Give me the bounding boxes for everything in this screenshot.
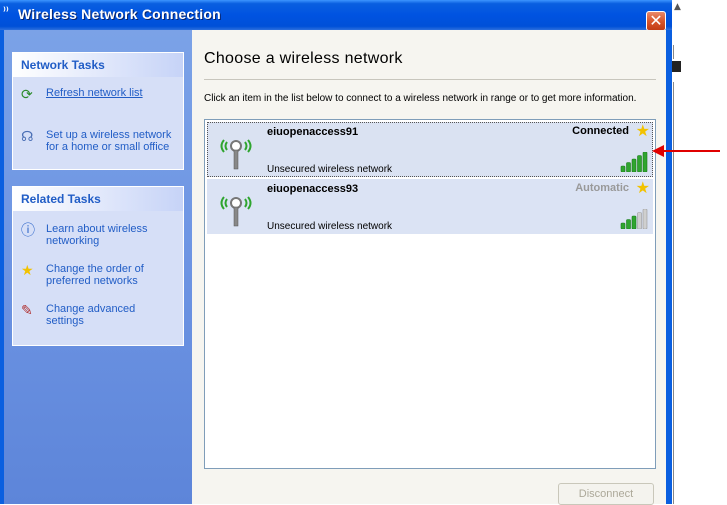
related-tasks-box: Related Tasks ⓘ Learn about wireless net… — [12, 186, 184, 346]
network-security: Unsecured wireless network — [267, 221, 393, 232]
disconnect-button[interactable]: Disconnect — [558, 483, 654, 505]
advanced-settings-task[interactable]: ✎ Change advanced settings — [21, 303, 176, 327]
refresh-icon: ⟳ — [21, 87, 33, 103]
main-panel: Choose a wireless network Click an item … — [192, 30, 666, 505]
related-tasks-header: Related Tasks — [13, 187, 183, 211]
background-window-edge — [673, 45, 674, 59]
annotation-arrow-line — [660, 150, 720, 152]
signal-bar — [637, 212, 642, 229]
network-name: eiuopenaccess93 — [267, 183, 359, 195]
signal-bar — [642, 152, 648, 172]
network-tasks-box: Network Tasks ⟳ Refresh network list ☊ S… — [12, 52, 184, 170]
window-border-right — [666, 30, 672, 504]
instructions-text: Click an item in the list below to conne… — [204, 93, 637, 104]
signal-bar — [637, 155, 642, 172]
close-button[interactable]: ✕ — [646, 11, 666, 31]
scroll-up-arrow-icon: ▲ — [674, 2, 681, 12]
antenna-icon — [220, 139, 252, 170]
setup-wireless-link[interactable]: Set up a wireless network for a home or … — [46, 129, 176, 153]
page-title: Choose a wireless network — [204, 50, 403, 67]
change-order-task[interactable]: ★ Change the order of preferred networks — [21, 263, 176, 287]
network-tasks-header: Network Tasks — [13, 53, 183, 77]
signal-bar — [631, 158, 637, 172]
refresh-network-list-task[interactable]: ⟳ Refresh network list — [21, 87, 176, 105]
signal-bar — [626, 219, 631, 229]
signal-bar — [620, 222, 626, 229]
preferred-star-icon: ★ — [635, 121, 650, 140]
learn-wireless-link[interactable]: Learn about wireless networking — [46, 223, 176, 247]
annotation-arrow-head-icon — [652, 145, 664, 157]
background-window-fragment — [672, 61, 681, 72]
signal-bar — [626, 162, 631, 172]
signal-bar — [620, 165, 626, 172]
network-security: Unsecured wireless network — [267, 164, 393, 175]
signal-bar — [631, 215, 637, 229]
wireless-icon: ⁾⁾ — [3, 6, 9, 17]
network-status: Connected — [572, 125, 629, 137]
settings-icon: ✎ — [21, 303, 33, 319]
change-order-link[interactable]: Change the order of preferred networks — [46, 263, 176, 287]
signal-strength-icon — [620, 209, 648, 229]
refresh-network-list-link[interactable]: Refresh network list — [46, 87, 176, 99]
network-list[interactable]: eiuopenaccess91 Unsecured wireless netwo… — [204, 119, 656, 469]
learn-wireless-task[interactable]: ⓘ Learn about wireless networking — [21, 223, 176, 247]
network-status: Automatic — [575, 182, 629, 194]
advanced-settings-link[interactable]: Change advanced settings — [46, 303, 176, 327]
star-icon: ★ — [21, 263, 34, 279]
antenna-icon — [220, 196, 252, 227]
wireless-network-window: ⁾⁾ Wireless Network Connection ✕ Network… — [0, 0, 672, 505]
task-pane: Network Tasks ⟳ Refresh network list ☊ S… — [4, 30, 192, 504]
title-divider — [204, 79, 656, 80]
info-icon: ⓘ — [21, 223, 35, 239]
title-bar[interactable]: ⁾⁾ Wireless Network Connection ✕ — [0, 0, 672, 31]
network-item[interactable]: eiuopenaccess91 Unsecured wireless netwo… — [207, 122, 653, 177]
network-item[interactable]: eiuopenaccess93 Unsecured wireless netwo… — [207, 179, 653, 234]
network-name: eiuopenaccess91 — [267, 126, 359, 138]
signal-bar — [642, 209, 648, 229]
close-icon: ✕ — [649, 11, 663, 30]
signal-strength-icon — [620, 152, 648, 172]
setup-wireless-task[interactable]: ☊ Set up a wireless network for a home o… — [21, 129, 176, 153]
window-title: Wireless Network Connection — [18, 6, 221, 22]
preferred-star-icon: ★ — [635, 178, 650, 197]
setup-wireless-icon: ☊ — [21, 129, 34, 145]
background-window-edge — [673, 82, 674, 504]
